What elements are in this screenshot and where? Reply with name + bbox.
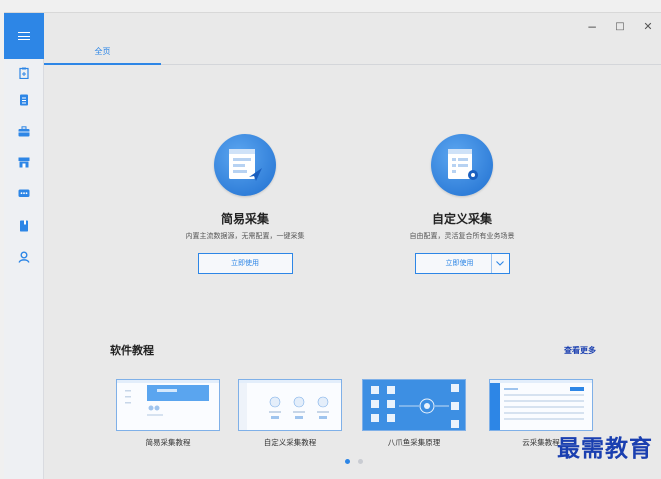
app-window: − □ ✕ 全页 简易采集 内置主流数据源，无需配置，一键采集 立即使用 自定义… [4, 12, 661, 479]
use-button-label: 立即使用 [445, 259, 474, 267]
feature-custom-collect: 自定义采集 自由配置，灵活复合所有业务场景 立即使用 [362, 134, 562, 274]
sidebar-item-book[interactable] [17, 219, 31, 233]
menu-button[interactable] [4, 13, 44, 59]
tutorial-label: 自定义采集教程 [263, 438, 317, 447]
tutorial-label: 简易采集教程 [145, 438, 191, 447]
dropdown-button[interactable] [490, 254, 509, 273]
message-icon [18, 189, 30, 197]
feature-title: 简易采集 [220, 212, 269, 226]
document-icon [20, 94, 28, 106]
book-icon [20, 220, 28, 232]
feature-description: 内置主流数据源，无需配置，一键采集 [185, 232, 305, 240]
feature-title: 自定义采集 [431, 212, 492, 226]
tutorial-label: 八爪鱼采集原理 [387, 438, 441, 447]
close-button[interactable]: ✕ [638, 19, 658, 35]
tutorial-card-cloud[interactable] [489, 379, 593, 431]
minimize-button[interactable]: − [582, 19, 602, 35]
view-more-link[interactable]: 查看更多 [564, 345, 596, 356]
tab-bar: 全页 [44, 43, 661, 65]
sidebar-item-store[interactable] [17, 155, 31, 169]
tutorial-card-principle[interactable] [362, 379, 466, 431]
maximize-button[interactable]: □ [610, 19, 630, 35]
tutorials-title: 软件教程 [110, 344, 154, 357]
tutorial-thumbnail [363, 380, 465, 430]
user-icon [18, 251, 30, 263]
tab-home[interactable]: 全页 [44, 43, 161, 65]
sidebar-item-document[interactable] [17, 93, 31, 107]
sidebar-item-briefcase[interactable] [17, 124, 31, 138]
chevron-down-icon [496, 261, 504, 266]
store-icon [18, 157, 30, 167]
tutorial-card-simple[interactable] [116, 379, 220, 431]
sidebar-item-clipboard[interactable] [17, 66, 31, 80]
tutorial-card-custom[interactable] [238, 379, 342, 431]
tutorial-thumbnail [117, 380, 219, 430]
sidebar-item-user[interactable] [17, 250, 31, 264]
briefcase-icon [18, 125, 30, 136]
carousel-dot-active[interactable] [345, 459, 350, 464]
hamburger-icon [18, 32, 30, 40]
simple-collect-use-button[interactable]: 立即使用 [197, 253, 293, 274]
feature-description: 自由配置，灵活复合所有业务场景 [409, 232, 515, 240]
watermark: 最需教育 [557, 435, 653, 462]
feature-simple-collect: 简易采集 内置主流数据源，无需配置，一键采集 立即使用 [145, 134, 345, 274]
tutorial-thumbnail [490, 380, 592, 430]
sidebar [4, 13, 44, 479]
simple-collect-icon [214, 134, 276, 196]
custom-collect-icon [431, 134, 493, 196]
carousel-dot[interactable] [358, 459, 363, 464]
tutorial-thumbnail [239, 380, 341, 430]
custom-collect-use-button[interactable]: 立即使用 [414, 253, 510, 274]
clipboard-icon [19, 67, 29, 79]
sidebar-item-message[interactable] [17, 187, 31, 201]
